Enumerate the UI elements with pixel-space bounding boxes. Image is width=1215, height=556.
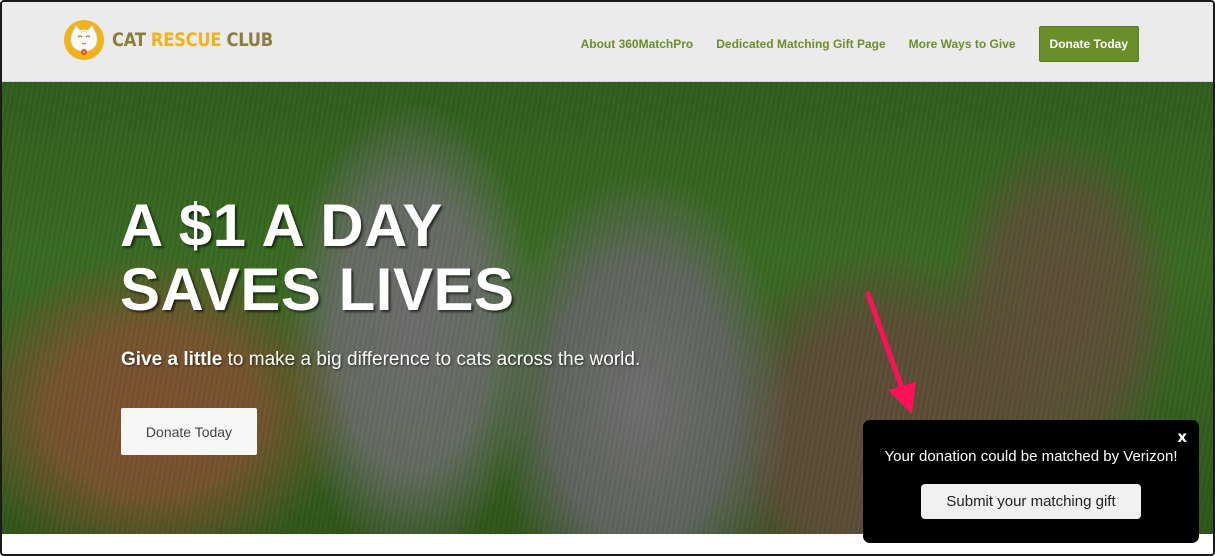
logo-word-rescue: RESCUE	[150, 29, 222, 51]
submit-matching-gift-button[interactable]: Submit your matching gift	[921, 484, 1141, 519]
close-icon[interactable]: x	[1177, 428, 1187, 446]
site-header: CAT RESCUE CLUB About 360MatchPro Dedica…	[2, 2, 1213, 82]
subheading-rest: to make a big difference to cats across …	[222, 349, 641, 370]
headline-line-2: SAVES LIVES	[120, 256, 515, 323]
popup-message: Your donation could be matched by Verizo…	[884, 448, 1178, 465]
header-donate-button[interactable]: Donate Today	[1038, 26, 1139, 62]
hero-headline: A $1 A DAY SAVES LIVES	[120, 194, 515, 322]
nav-link-matching-gift-page[interactable]: Dedicated Matching Gift Page	[716, 37, 885, 51]
hero-donate-button[interactable]: Donate Today	[121, 408, 257, 455]
cat-face-icon	[64, 20, 104, 60]
logo-word-cat: CAT	[112, 29, 146, 51]
logo-word-club: CLUB	[226, 29, 273, 51]
nav-link-more-ways-to-give[interactable]: More Ways to Give	[909, 37, 1016, 51]
arrow-pointer-icon	[865, 291, 916, 414]
hero-subheading: Give a little to make a big difference t…	[121, 349, 640, 371]
nav-link-about-360matchpro[interactable]: About 360MatchPro	[581, 37, 694, 51]
browser-frame: CAT RESCUE CLUB About 360MatchPro Dedica…	[0, 0, 1215, 556]
headline-line-1: A $1 A DAY	[120, 192, 443, 259]
logo[interactable]: CAT RESCUE CLUB	[64, 20, 299, 60]
subheading-bold: Give a little	[121, 349, 223, 370]
main-nav: About 360MatchPro Dedicated Matching Gif…	[558, 26, 1139, 62]
logo-text: CAT RESCUE CLUB	[112, 29, 273, 51]
matching-gift-popup: x Your donation could be matched by Veri…	[863, 420, 1199, 543]
